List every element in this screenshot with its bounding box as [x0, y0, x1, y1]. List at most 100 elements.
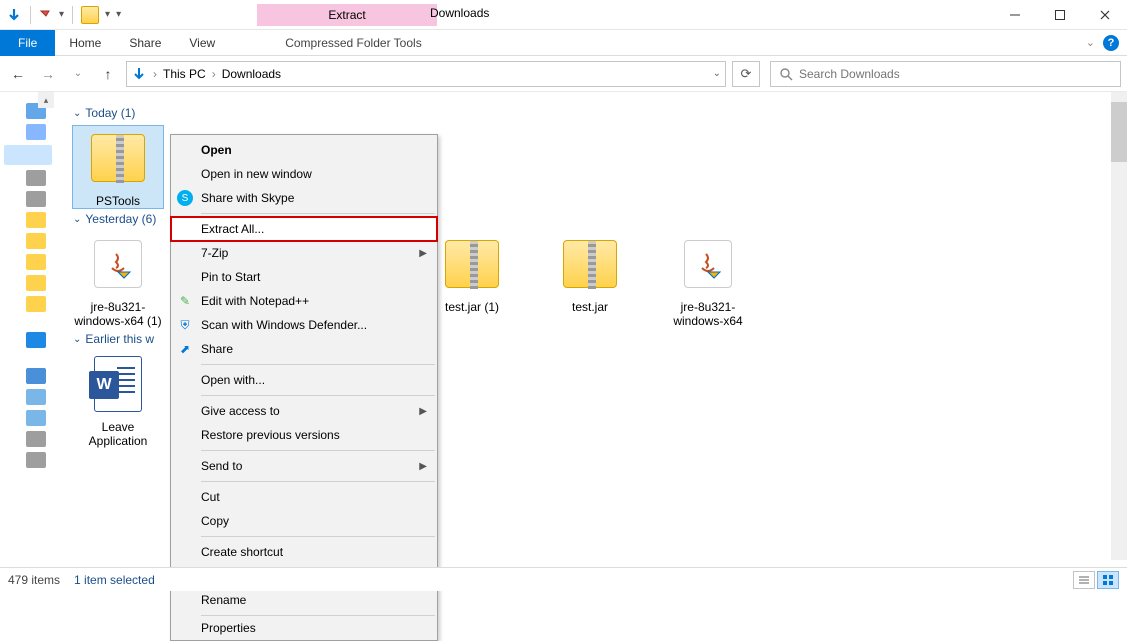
help-icon[interactable]: ? — [1103, 35, 1119, 51]
tab-home[interactable]: Home — [55, 30, 115, 56]
close-button[interactable] — [1082, 0, 1127, 30]
ctx-open[interactable]: Open — [171, 138, 437, 162]
navpane-item[interactable] — [26, 191, 46, 207]
qat-overflow-icon[interactable]: ▾ — [116, 9, 121, 20]
file-item-testjar[interactable]: test.jar — [545, 232, 635, 328]
nav-forward-button[interactable]: → — [36, 62, 60, 86]
status-selected-count: 1 item selected — [74, 573, 155, 587]
navpane-downloads-selected[interactable] — [4, 145, 52, 165]
navigation-pane[interactable]: ▴ — [0, 92, 55, 564]
scrollbar-thumb[interactable] — [1111, 102, 1127, 162]
ctx-rename[interactable]: Rename — [171, 588, 437, 612]
navpane-item[interactable] — [26, 296, 46, 312]
ctx-share[interactable]: ⬈Share — [171, 337, 437, 361]
file-label: jre-8u321-windows-x64 — [663, 300, 753, 328]
ctx-edit-notepadpp[interactable]: ✎Edit with Notepad++ — [171, 289, 437, 313]
ctx-extract-all[interactable]: Extract All... — [171, 217, 437, 241]
qat-folder-icon[interactable] — [81, 6, 99, 24]
ctx-copy[interactable]: Copy — [171, 509, 437, 533]
navpane-item[interactable] — [26, 410, 46, 426]
file-item-testjar1[interactable]: test.jar (1) — [427, 232, 517, 328]
chevron-down-icon: ⌄ — [73, 214, 81, 225]
group-header-today[interactable]: ⌄ Today (1) — [73, 106, 1109, 120]
tab-file[interactable]: File — [0, 30, 55, 56]
defender-shield-icon: ⛨ — [177, 317, 193, 333]
navpane-this-pc[interactable] — [26, 368, 46, 384]
navpane-item[interactable] — [26, 275, 46, 291]
address-dropdown-icon[interactable]: ⌄ — [713, 68, 721, 79]
search-input[interactable] — [799, 67, 1112, 81]
large-icons-view-button[interactable] — [1097, 571, 1119, 589]
ctx-create-shortcut[interactable]: Create shortcut — [171, 540, 437, 564]
file-label: PSTools — [96, 194, 140, 208]
ctx-separator — [201, 364, 435, 365]
navpane-item[interactable] — [26, 431, 46, 447]
tab-compressed-tools[interactable]: Compressed Folder Tools — [271, 30, 436, 56]
breadcrumb-root[interactable]: This PC — [163, 67, 206, 81]
ribbon: File Home Share View Compressed Folder T… — [0, 30, 1127, 56]
app-down-arrow-icon — [6, 7, 22, 23]
navpane-item[interactable] — [26, 389, 46, 405]
nav-back-button[interactable]: ← — [6, 62, 30, 86]
file-item-jre1[interactable]: jre-8u321-windows-x64 (1) — [73, 232, 163, 328]
nav-recent-dropdown[interactable]: ⌄ — [66, 62, 90, 86]
ctx-send-to[interactable]: Send to▶ — [171, 454, 437, 478]
ctx-cut[interactable]: Cut — [171, 485, 437, 509]
group-label: Earlier this w — [85, 332, 154, 346]
details-view-button[interactable] — [1073, 571, 1095, 589]
ctx-give-access-to[interactable]: Give access to▶ — [171, 399, 437, 423]
qat-dropdown-icon[interactable]: ▾ — [59, 9, 64, 20]
navpane-item[interactable] — [26, 124, 46, 140]
search-box[interactable] — [770, 61, 1121, 87]
ctx-properties[interactable]: Properties — [171, 619, 437, 637]
java-installer-icon — [684, 240, 732, 288]
navpane-item[interactable] — [26, 170, 46, 186]
ribbon-expand-icon[interactable]: ⌄ — [1086, 36, 1095, 49]
ctx-separator — [201, 395, 435, 396]
ctx-open-with[interactable]: Open with... — [171, 368, 437, 392]
ctx-open-new-window[interactable]: Open in new window — [171, 162, 437, 186]
ctx-restore-previous[interactable]: Restore previous versions — [171, 423, 437, 447]
address-bar[interactable]: › This PC › Downloads ⌄ — [126, 61, 726, 87]
group-label: Yesterday (6) — [85, 212, 156, 226]
search-icon — [779, 67, 793, 81]
vertical-scrollbar[interactable] — [1111, 92, 1127, 560]
context-menu: Open Open in new window SShare with Skyp… — [170, 134, 438, 641]
qat-folder-dropdown-icon[interactable]: ▾ — [105, 9, 110, 20]
navpane-scroll-up-icon[interactable]: ▴ — [38, 92, 54, 108]
notepadpp-icon: ✎ — [177, 293, 193, 309]
ctx-pin-start[interactable]: Pin to Start — [171, 265, 437, 289]
quick-access-toolbar: ▾ ▾ ▾ — [0, 6, 127, 24]
breadcrumb-folder[interactable]: Downloads — [222, 67, 281, 81]
submenu-arrow-icon: ▶ — [419, 406, 427, 417]
file-item-leave-application[interactable]: Leave Application — [73, 352, 163, 448]
file-item-jre2[interactable]: jre-8u321-windows-x64 — [663, 232, 753, 328]
file-label: Leave Application — [73, 420, 163, 448]
ctx-7zip[interactable]: 7-Zip▶ — [171, 241, 437, 265]
address-folder-icon — [131, 66, 147, 82]
navpane-item[interactable] — [26, 233, 46, 249]
tab-share[interactable]: Share — [115, 30, 175, 56]
navigation-bar: ← → ⌄ ↑ › This PC › Downloads ⌄ ⟳ — [0, 56, 1127, 92]
nav-up-button[interactable]: ↑ — [96, 62, 120, 86]
maximize-button[interactable] — [1037, 0, 1082, 30]
ctx-separator — [201, 450, 435, 451]
tab-view[interactable]: View — [175, 30, 229, 56]
refresh-button[interactable]: ⟳ — [732, 61, 760, 87]
navpane-item[interactable] — [26, 212, 46, 228]
minimize-button[interactable] — [992, 0, 1037, 30]
navpane-item[interactable] — [26, 452, 46, 468]
file-label: test.jar (1) — [445, 300, 499, 314]
ctx-share-skype[interactable]: SShare with Skype — [171, 186, 437, 210]
navpane-onedrive[interactable] — [26, 332, 46, 348]
file-item-pstools[interactable]: PSTools — [73, 126, 163, 208]
group-label: Today (1) — [85, 106, 135, 120]
breadcrumb-separator-icon[interactable]: › — [210, 67, 218, 81]
breadcrumb-separator-icon[interactable]: › — [151, 67, 159, 81]
navpane-item[interactable] — [26, 254, 46, 270]
qat-properties-icon[interactable] — [39, 8, 53, 22]
file-label: test.jar — [572, 300, 608, 314]
ctx-separator — [201, 213, 435, 214]
contextual-tab-extract[interactable]: Extract — [257, 4, 437, 26]
ctx-scan-defender[interactable]: ⛨Scan with Windows Defender... — [171, 313, 437, 337]
